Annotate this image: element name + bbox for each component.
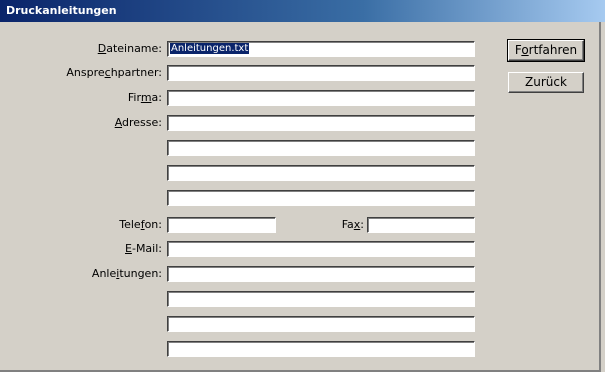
anleitungen-field-2[interactable]: [167, 291, 475, 307]
fax-field[interactable]: [367, 217, 475, 233]
label-email: E-Mail:: [125, 242, 162, 255]
anleitungen-field-1[interactable]: [167, 266, 475, 282]
firma-field[interactable]: [167, 90, 475, 106]
adresse-field-3[interactable]: [167, 165, 475, 181]
window-title: Druckanleitungen: [6, 4, 117, 17]
selected-text: Anleitungen.txt: [170, 43, 250, 54]
adresse-field-4[interactable]: [167, 190, 475, 206]
zurueck-button[interactable]: Zurück: [508, 72, 584, 93]
email-field[interactable]: [167, 241, 475, 257]
label-adresse: Adresse:: [114, 116, 162, 129]
label-dateiname: Dateiname:: [97, 42, 162, 55]
label-telefon: Telefon:: [119, 218, 162, 231]
dateiname-field[interactable]: Anleitungen.txt: [167, 41, 475, 57]
adresse-field-1[interactable]: [167, 115, 475, 131]
title-bar: Druckanleitungen: [0, 0, 605, 22]
adresse-field-2[interactable]: [167, 140, 475, 156]
fortfahren-button[interactable]: Fortfahren: [507, 39, 585, 62]
anleitungen-field-4[interactable]: [167, 341, 475, 357]
anleitungen-field-3[interactable]: [167, 316, 475, 332]
dialog-body: Dateiname: Ansprechpartner: Firma: Adres…: [0, 22, 601, 372]
label-fax: Fax:: [341, 218, 364, 231]
ansprechpartner-field[interactable]: [167, 65, 475, 81]
label-firma: Firma:: [127, 91, 162, 104]
telefon-field[interactable]: [167, 217, 276, 233]
label-ansprechpartner: Ansprechpartner:: [66, 66, 162, 79]
label-anleitungen: Anleitungen:: [91, 267, 162, 280]
